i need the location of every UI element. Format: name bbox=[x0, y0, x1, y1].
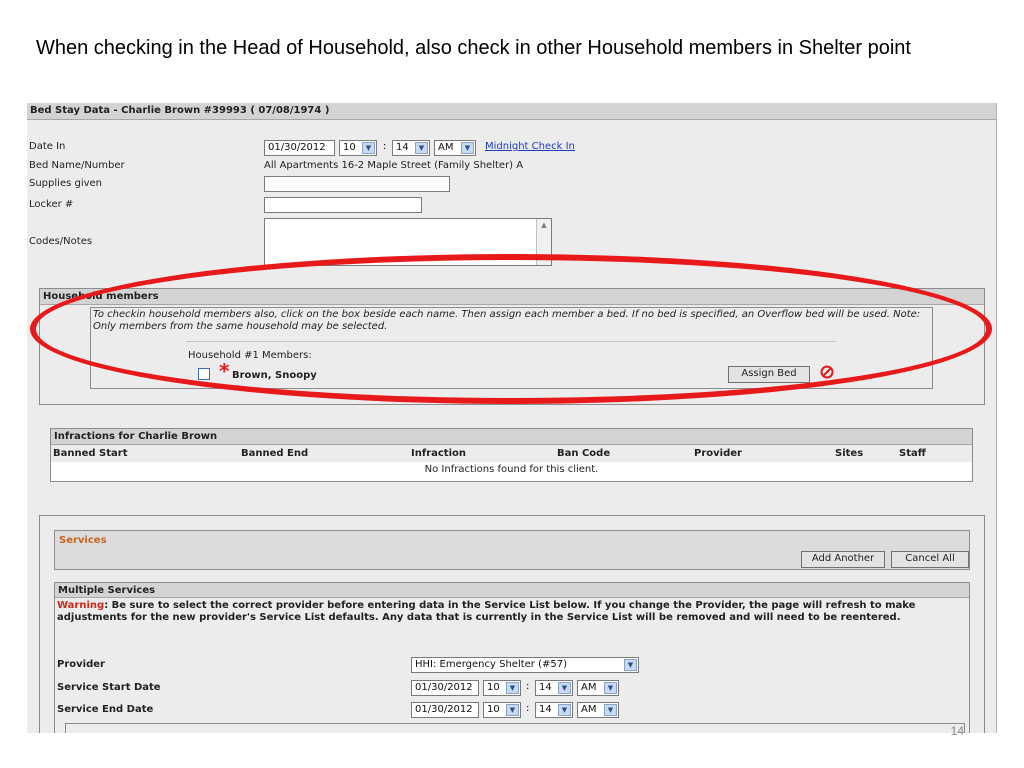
start-hour-select[interactable]: 10 ▼ bbox=[483, 680, 521, 696]
codes-notes-textarea[interactable]: ▲ bbox=[264, 218, 552, 266]
household-inner-box: To checkin household members also, click… bbox=[90, 307, 933, 389]
start-ampm-select[interactable]: AM ▼ bbox=[577, 680, 619, 696]
services-panel: Services Add Another Cancel All Multiple… bbox=[39, 515, 985, 733]
time-colon: : bbox=[526, 703, 530, 714]
start-hour-value: 10 bbox=[487, 682, 500, 693]
bed-name-label: Bed Name/Number bbox=[29, 160, 125, 171]
chevron-down-icon: ▼ bbox=[506, 704, 519, 716]
service-end-label: Service End Date bbox=[57, 704, 154, 715]
time-colon: : bbox=[526, 681, 530, 692]
chevron-down-icon: ▼ bbox=[604, 704, 617, 716]
household-group-label: Household #1 Members: bbox=[188, 350, 312, 361]
time-colon: : bbox=[383, 141, 387, 152]
chevron-down-icon: ▼ bbox=[558, 682, 571, 694]
shelterpoint-screenshot: Bed Stay Data - Charlie Brown #39993 ( 0… bbox=[27, 103, 997, 733]
chevron-down-icon: ▼ bbox=[506, 682, 519, 694]
scroll-up-icon[interactable]: ▲ bbox=[537, 219, 551, 231]
household-instructions: To checkin household members also, click… bbox=[93, 309, 921, 332]
page-number: 14 bbox=[950, 724, 964, 738]
warning-message: Warning: Be sure to select the correct p… bbox=[57, 600, 965, 624]
provider-label: Provider bbox=[57, 659, 105, 670]
chevron-down-icon: ▼ bbox=[461, 142, 474, 154]
household-panel: Household members To checkin household m… bbox=[39, 288, 985, 405]
head-of-household-star-icon: * bbox=[219, 359, 230, 383]
col-banned-start: Banned Start bbox=[53, 448, 128, 459]
service-list-box bbox=[65, 723, 965, 733]
bed-name-value: All Apartments 16-2 Maple Street (Family… bbox=[264, 160, 524, 171]
col-ban-code: Ban Code bbox=[557, 448, 611, 459]
chevron-down-icon: ▼ bbox=[604, 682, 617, 694]
chevron-down-icon: ▼ bbox=[624, 659, 637, 671]
slide-title: When checking in the Head of Household, … bbox=[36, 37, 911, 59]
hour-value: 10 bbox=[343, 142, 356, 153]
bed-stay-header: Bed Stay Data - Charlie Brown #39993 ( 0… bbox=[27, 103, 996, 120]
end-minute-select[interactable]: 14 ▼ bbox=[535, 702, 573, 718]
multiple-services-box: Multiple Services Warning: Be sure to se… bbox=[54, 582, 970, 733]
services-header-box: Services Add Another Cancel All bbox=[54, 530, 970, 570]
minute-select[interactable]: 14 ▼ bbox=[392, 140, 430, 156]
infractions-panel: Infractions for Charlie Brown Banned Sta… bbox=[50, 428, 973, 482]
midnight-check-in-link[interactable]: Midnight Check In bbox=[485, 141, 575, 152]
services-title: Services bbox=[59, 535, 107, 546]
supplies-input[interactable] bbox=[264, 176, 450, 192]
end-ampm-select[interactable]: AM ▼ bbox=[577, 702, 619, 718]
end-hour-select[interactable]: 10 ▼ bbox=[483, 702, 521, 718]
chevron-down-icon: ▼ bbox=[558, 704, 571, 716]
provider-value: HHI: Emergency Shelter (#57) bbox=[415, 659, 568, 670]
textarea-scrollbar[interactable]: ▲ bbox=[536, 219, 551, 265]
locker-label: Locker # bbox=[29, 199, 74, 210]
end-ampm-value: AM bbox=[581, 704, 597, 715]
end-hour-value: 10 bbox=[487, 704, 500, 715]
col-banned-end: Banned End bbox=[241, 448, 309, 459]
warning-text: : Be sure to select the correct provider… bbox=[57, 600, 916, 623]
col-staff: Staff bbox=[899, 448, 926, 459]
multiple-services-header: Multiple Services bbox=[55, 583, 969, 598]
start-minute-select[interactable]: 14 ▼ bbox=[535, 680, 573, 696]
add-another-button[interactable]: Add Another bbox=[801, 551, 885, 568]
date-in-field[interactable]: 01/30/2012 bbox=[264, 140, 335, 156]
service-start-date[interactable]: 01/30/2012 bbox=[411, 680, 479, 696]
codes-notes-label: Codes/Notes bbox=[29, 236, 93, 247]
assign-bed-button[interactable]: Assign Bed bbox=[728, 366, 810, 383]
locker-input[interactable] bbox=[264, 197, 422, 213]
col-provider: Provider bbox=[694, 448, 742, 459]
chevron-down-icon: ▼ bbox=[362, 142, 375, 154]
service-end-date[interactable]: 01/30/2012 bbox=[411, 702, 479, 718]
hour-select[interactable]: 10 ▼ bbox=[339, 140, 377, 156]
member-checkbox[interactable] bbox=[198, 368, 210, 380]
member-name: Brown, Snoopy bbox=[232, 370, 317, 381]
end-minute-value: 14 bbox=[539, 704, 552, 715]
start-minute-value: 14 bbox=[539, 682, 552, 693]
infractions-header: Infractions for Charlie Brown bbox=[51, 429, 972, 445]
service-start-label: Service Start Date bbox=[57, 682, 161, 693]
ampm-value: AM bbox=[438, 142, 454, 153]
warning-label: Warning bbox=[57, 600, 105, 611]
household-header: Household members bbox=[40, 289, 984, 305]
col-sites: Sites bbox=[835, 448, 864, 459]
ampm-select[interactable]: AM ▼ bbox=[434, 140, 476, 156]
cancel-all-button[interactable]: Cancel All bbox=[891, 551, 969, 568]
divider bbox=[186, 341, 836, 342]
minute-value: 14 bbox=[396, 142, 409, 153]
remove-icon[interactable] bbox=[820, 365, 834, 379]
provider-select[interactable]: HHI: Emergency Shelter (#57) ▼ bbox=[411, 657, 639, 673]
chevron-down-icon: ▼ bbox=[415, 142, 428, 154]
date-in-label: Date In bbox=[29, 141, 66, 152]
col-infraction: Infraction bbox=[411, 448, 466, 459]
start-ampm-value: AM bbox=[581, 682, 597, 693]
infractions-column-row bbox=[51, 445, 972, 462]
no-infractions-message: No Infractions found for this client. bbox=[424, 464, 599, 475]
supplies-label: Supplies given bbox=[29, 178, 103, 189]
